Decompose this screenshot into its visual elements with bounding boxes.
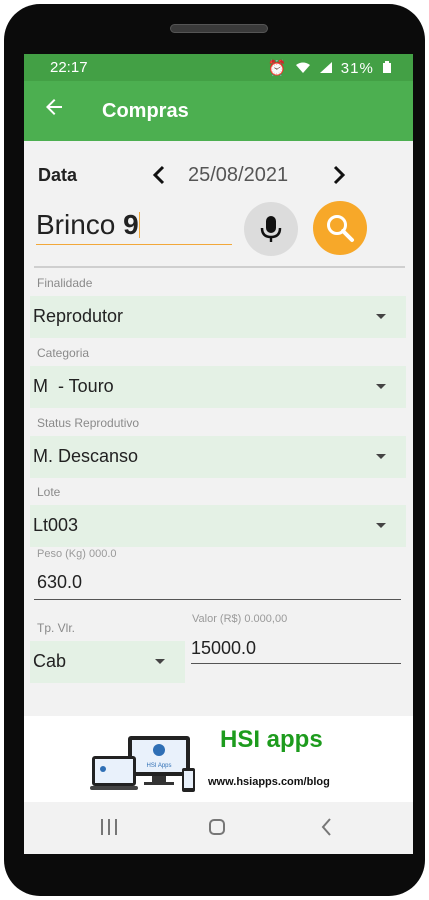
home-icon[interactable] [208,818,226,836]
date-value: 25/08/2021 [188,164,289,186]
banner-url: www.hsiapps.com/blog [208,776,330,788]
tp-vlr-label: Tp. Vlr. [37,621,76,635]
back-icon[interactable] [318,818,336,836]
status-bar: 22:17 ⏰ 31% [24,54,413,81]
finalidade-label: Finalidade [37,276,93,290]
phone-frame: 22:17 ⏰ 31% Compras Data 25/08/2021 Brin… [4,4,425,896]
back-arrow-icon[interactable] [42,95,66,119]
peso-hint: Peso (Kg) 000.0 [37,548,117,560]
brinco-prefix: Brinco [36,209,124,240]
brinco-number: 9 [123,209,139,240]
dropdown-arrow-icon [376,314,386,319]
date-label: Data [38,165,78,185]
voice-input-button[interactable] [244,202,298,256]
app-bar: Compras [24,81,413,141]
battery-icon [383,60,391,77]
dropdown-arrow-icon [376,384,386,389]
dropdown-arrow-icon [376,454,386,459]
categoria-select[interactable]: M - Touro [30,366,406,408]
divider [34,266,405,268]
monitor-screen-text: HSI Apps [146,763,171,769]
brinco-search-input[interactable]: Brinco 9 [36,209,232,245]
valor-input[interactable]: 15000.0 [191,638,401,664]
ad-banner[interactable]: HSI Apps HSI apps www.hsiapps.com/blog [24,716,413,802]
app-screen: 22:17 ⏰ 31% Compras Data 25/08/2021 Brin… [24,54,413,854]
dropdown-arrow-icon [376,523,386,528]
navigation-bar [24,802,413,854]
status-icons: ⏰ 31% [264,59,391,77]
valor-value: 15000.0 [191,638,257,658]
phone-speaker [170,24,268,33]
lote-label: Lote [37,485,61,499]
signal-icon [319,60,337,77]
lote-value: Lt003 [33,515,79,535]
tp-vlr-value: Cab [33,651,67,671]
wifi-icon [296,60,315,77]
finalidade-value: Reprodutor [33,306,124,326]
categoria-label: Categoria [37,346,90,360]
banner-title: HSI apps [220,726,323,753]
peso-value: 630.0 [37,572,83,592]
battery-level: 31% [340,60,374,77]
categoria-value: M - Touro [33,376,114,396]
peso-input[interactable]: 630.0 [34,572,401,600]
search-icon [327,215,354,242]
recent-apps-icon[interactable] [100,818,118,836]
dropdown-arrow-icon [155,659,165,664]
alarm-icon: ⏰ [267,60,288,77]
chevron-right-icon[interactable] [328,163,350,187]
valor-hint: Valor (R$) 0.000,00 [192,613,288,625]
lote-select[interactable]: Lt003 [30,505,406,547]
status-reprodutivo-select[interactable]: M. Descanso [30,436,406,478]
finalidade-select[interactable]: Reprodutor [30,296,406,338]
page-title: Compras [102,100,189,122]
chevron-left-icon[interactable] [148,163,170,187]
status-time: 22:17 [50,59,88,76]
status-reprodutivo-label: Status Reprodutivo [37,416,140,430]
text-caret [138,212,140,238]
microphone-icon [260,216,282,242]
device-background: 22:17 ⏰ 31% Compras Data 25/08/2021 Brin… [0,0,429,900]
devices-logo: HSI Apps [90,736,195,792]
tp-vlr-select[interactable]: Cab [30,641,185,683]
search-button[interactable] [313,201,367,255]
status-reprodutivo-value: M. Descanso [33,446,139,466]
